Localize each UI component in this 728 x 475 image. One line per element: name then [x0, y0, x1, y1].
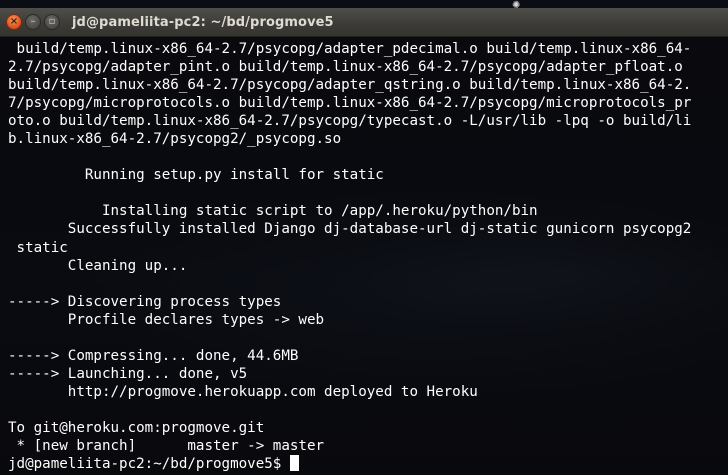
terminal-line: Cleaning up... [8, 257, 188, 274]
terminal-line: Running setup.py install for static [8, 167, 384, 184]
window-titlebar[interactable]: × – ▫ jd@pameliita-pc2: ~/bd/progmove5 [0, 8, 728, 37]
terminal-line: b.linux-x86_64-2.7/psycopg2/_psycopg.so [8, 131, 342, 148]
terminal-line: http://progmove.herokuapp.com deployed t… [8, 383, 478, 400]
terminal-line: 7/psycopg/microprotocols.o build/temp.li… [8, 95, 692, 112]
window-title: jd@pameliita-pc2: ~/bd/progmove5 [72, 14, 334, 30]
terminal-line: static [8, 239, 68, 256]
terminal-line: 2.7/psycopg/adapter_pint.o build/temp.li… [8, 59, 683, 76]
text-cursor [289, 455, 299, 472]
terminal-line: * [new branch] master -> master [8, 438, 325, 455]
shell-prompt: jd@pameliita-pc2:~/bd/progmove5$ [8, 456, 290, 473]
terminal-line: -----> Compressing... done, 44.6MB [8, 347, 299, 364]
window-controls: × – ▫ [0, 14, 60, 30]
maximize-icon[interactable]: ▫ [44, 14, 60, 30]
terminal-line: -----> Discovering process types [8, 293, 282, 310]
terminal-line: Installing static script to /app/.heroku… [8, 203, 538, 220]
terminal-line: To git@heroku.com:progmove.git [8, 419, 265, 436]
terminal-line: build/temp.linux-x86_64-2.7/psycopg/adap… [8, 77, 692, 94]
prompt-line[interactable]: jd@pameliita-pc2:~/bd/progmove5$ [8, 455, 728, 473]
terminal-window: × – ▫ jd@pameliita-pc2: ~/bd/progmove5 b… [0, 8, 728, 475]
terminal-line: -----> Launching... done, v5 [8, 365, 248, 382]
terminal-line: build/temp.linux-x86_64-2.7/psycopg/adap… [8, 41, 692, 57]
terminal-line: Procfile declares types -> web [8, 311, 325, 328]
terminal-line: Successfully installed Django dj-databas… [8, 221, 692, 238]
minimize-icon[interactable]: – [25, 14, 41, 30]
terminal-output[interactable]: build/temp.linux-x86_64-2.7/psycopg/adap… [0, 37, 728, 475]
close-icon[interactable]: × [6, 14, 22, 30]
terminal-line: oto.o build/temp.linux-x86_64-2.7/psycop… [8, 113, 692, 130]
